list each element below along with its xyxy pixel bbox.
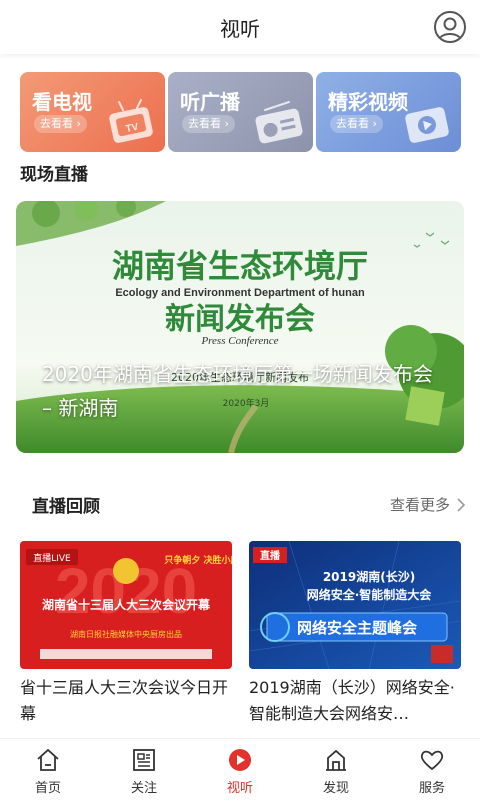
replay-list: 2020 直播LIVE 只争朝夕 决胜小康 湖南省十三届人大三次会议开幕 湖南日… bbox=[20, 541, 461, 727]
bottom-tab-bar: 首页 关注 视听 发现 服务 bbox=[0, 738, 480, 800]
live-banner-caption: 2020年湖南省生态环境厅第一场新闻发布会 – 新湖南 bbox=[42, 362, 433, 420]
video-icon bbox=[405, 107, 449, 143]
live-banner[interactable]: 湖南省生态环境厅 Ecology and Environment Departm… bbox=[16, 201, 464, 453]
listen-radio-card[interactable]: 听广播 去看看 › bbox=[168, 72, 313, 152]
featured-video-card[interactable]: 精彩视频 去看看 › bbox=[316, 72, 461, 152]
heart-icon bbox=[420, 750, 444, 771]
tab-audio-video-label: 视听 bbox=[226, 781, 253, 796]
thumb-slogan: 只争朝夕 决胜小康 bbox=[164, 554, 232, 566]
play-icon bbox=[229, 749, 251, 771]
watch-tv-go: 去看看 › bbox=[34, 115, 87, 133]
poster-title: 湖南省生态环境厅 bbox=[112, 247, 368, 285]
user-icon[interactable] bbox=[434, 11, 466, 43]
tab-home-label: 首页 bbox=[34, 781, 61, 796]
user-icon-glyph bbox=[438, 17, 462, 41]
page-title: 视听 bbox=[220, 16, 260, 41]
tv-icon: TV bbox=[109, 99, 153, 143]
view-more-label: 查看更多 bbox=[389, 496, 450, 514]
thumb-cyber-line1: 2019湖南(长沙) bbox=[323, 569, 415, 584]
thumb-cyber-line2: 网络安全·智能制造大会 bbox=[307, 587, 433, 602]
thumb-npc-footer: 湖南日报社融媒体中央厨房出品 bbox=[70, 629, 182, 639]
replay-thumb-cyber: 直播 2019湖南(长沙) 网络安全·智能制造大会 网络安全主题峰会 bbox=[249, 541, 461, 669]
featured-video-title: 精彩视频 bbox=[328, 90, 408, 114]
replay-section-title: 直播回顾 bbox=[32, 497, 100, 517]
tab-audio-video[interactable]: 视听 bbox=[192, 739, 288, 800]
thumb-cyber-line3: 网络安全主题峰会 bbox=[297, 619, 417, 637]
replay-header: 直播回顾 查看更多 bbox=[0, 480, 480, 528]
top-bar: 视听 bbox=[0, 0, 480, 54]
chevron-right-icon bbox=[457, 497, 466, 512]
replay-title-npc: 省十三届人大三次会议今日开幕 bbox=[20, 678, 229, 723]
tab-discover-label: 发现 bbox=[322, 781, 349, 796]
replay-card-cyber-security[interactable]: 直播 2019湖南(长沙) 网络安全·智能制造大会 网络安全主题峰会 2019湖… bbox=[249, 541, 461, 727]
thumb-cyber-badge: 直播 bbox=[260, 549, 281, 562]
tab-follow[interactable]: 关注 bbox=[96, 739, 192, 800]
listen-radio-title: 听广播 bbox=[180, 90, 240, 114]
poster-subtitle-en: Ecology and Environment Department of hu… bbox=[115, 287, 365, 299]
news-icon bbox=[133, 749, 155, 771]
thumb-live-badge: 直播LIVE bbox=[33, 552, 71, 564]
app-root: 视听 看电视 去看看 › TV 听广播 去看看 › 精彩视频 去看看 › 现场直… bbox=[0, 0, 480, 800]
replay-card-npc-meeting[interactable]: 2020 直播LIVE 只争朝夕 决胜小康 湖南省十三届人大三次会议开幕 湖南日… bbox=[20, 541, 232, 727]
tab-service[interactable]: 服务 bbox=[384, 739, 480, 800]
tab-home[interactable]: 首页 bbox=[0, 739, 96, 800]
watch-tv-card[interactable]: 看电视 去看看 › TV bbox=[20, 72, 165, 152]
replay-thumb-cyber-art: 直播 2019湖南(长沙) 网络安全·智能制造大会 网络安全主题峰会 bbox=[249, 541, 461, 669]
replay-thumb-npc-art: 2020 直播LIVE 只争朝夕 决胜小康 湖南省十三届人大三次会议开幕 湖南日… bbox=[20, 541, 232, 669]
home-icon bbox=[37, 748, 59, 771]
live-section-title: 现场直播 bbox=[20, 165, 88, 185]
discover-icon bbox=[326, 749, 346, 771]
category-cards: 看电视 去看看 › TV 听广播 去看看 › 精彩视频 去看看 › bbox=[20, 72, 461, 152]
tab-discover[interactable]: 发现 bbox=[288, 739, 384, 800]
poster-event: 新闻发布会 bbox=[165, 302, 315, 337]
watch-tv-title: 看电视 bbox=[32, 90, 92, 114]
tab-service-label: 服务 bbox=[418, 781, 445, 796]
tab-follow-label: 关注 bbox=[130, 781, 157, 796]
listen-radio-go: 去看看 › bbox=[182, 115, 235, 133]
view-more-link[interactable]: 查看更多 bbox=[390, 494, 466, 515]
radio-icon bbox=[255, 101, 303, 144]
replay-thumb-npc: 2020 直播LIVE 只争朝夕 决胜小康 湖南省十三届人大三次会议开幕 湖南日… bbox=[20, 541, 232, 669]
featured-video-go: 去看看 › bbox=[330, 115, 383, 133]
poster-event-en: Press Conference bbox=[200, 335, 278, 347]
replay-title-cyber: 2019湖南（长沙）网络安全·智能制造大会网络安… bbox=[249, 678, 455, 723]
thumb-npc-headline: 湖南省十三届人大三次会议开幕 bbox=[42, 597, 211, 612]
